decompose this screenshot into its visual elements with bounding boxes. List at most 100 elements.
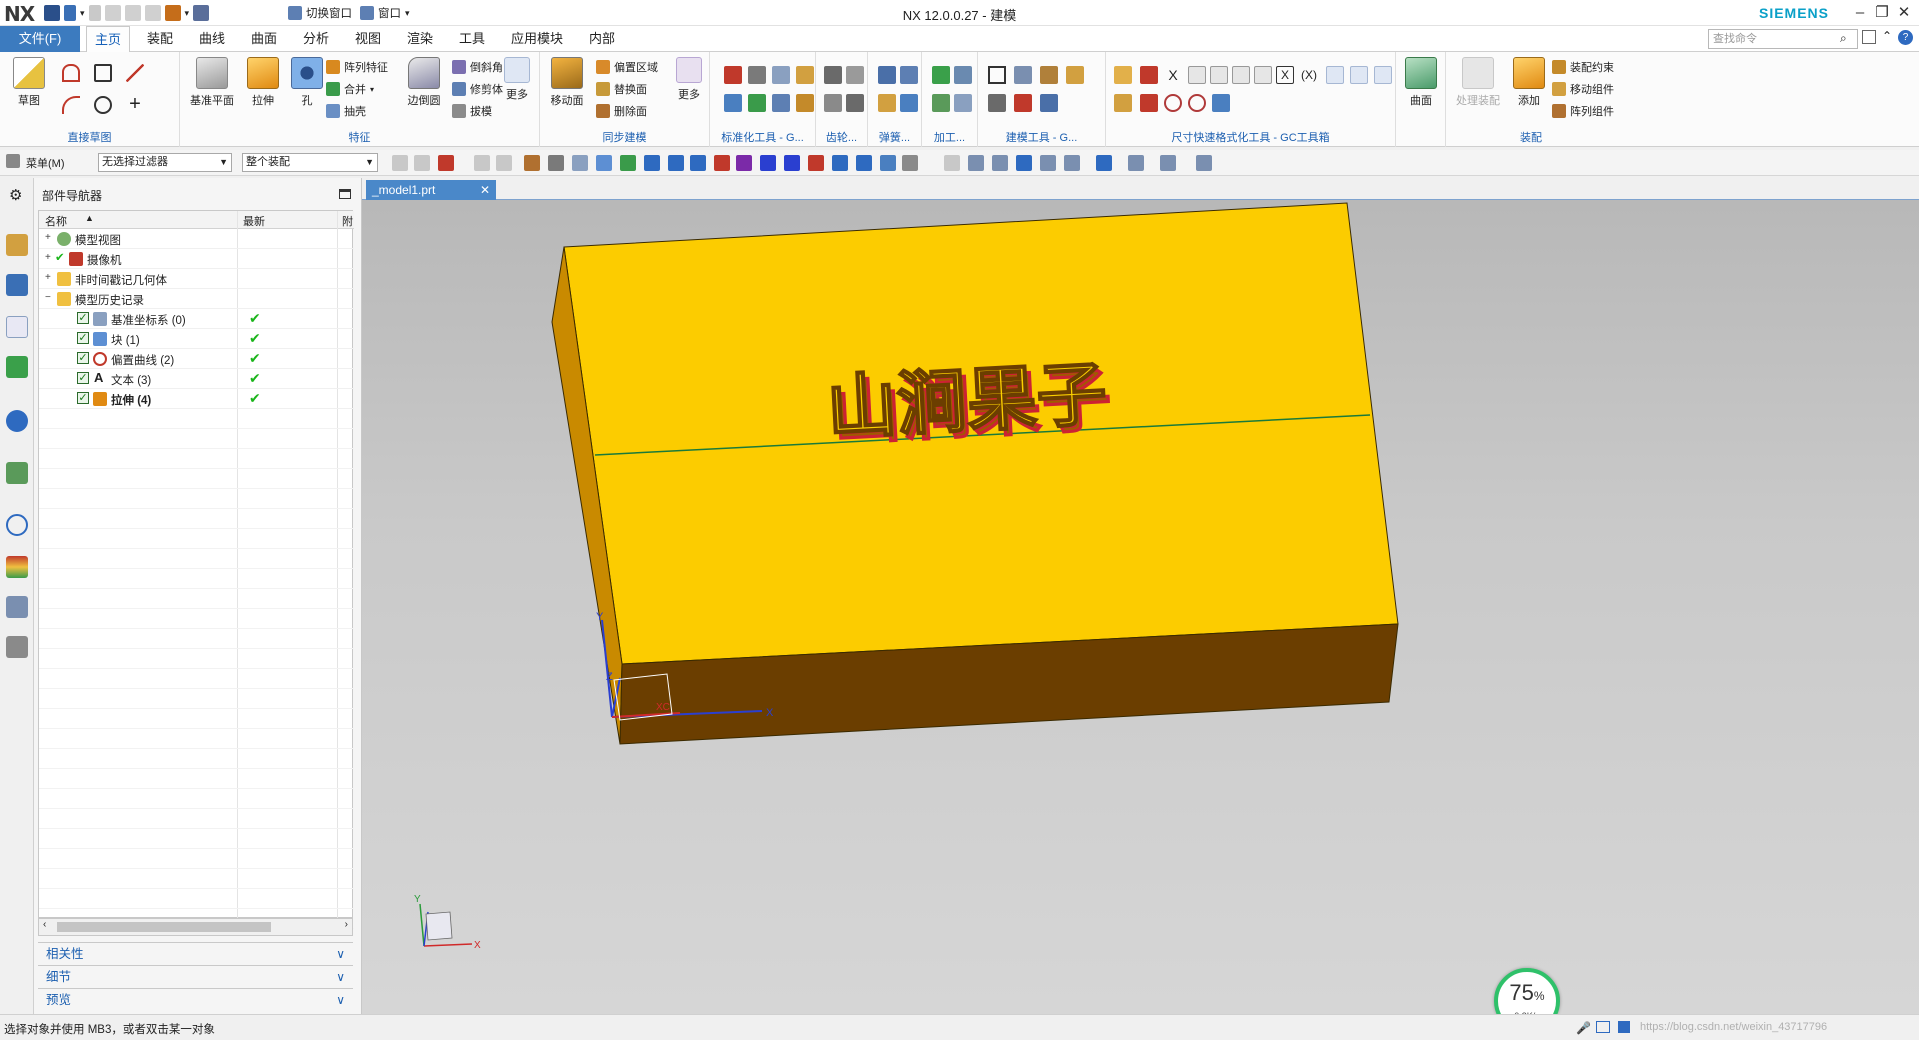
snap-point-icon[interactable] — [784, 155, 800, 171]
line-icon[interactable] — [126, 64, 144, 82]
chevron-down-icon[interactable]: ▾ — [185, 8, 190, 19]
modeling-tool-icon[interactable] — [1040, 94, 1058, 112]
snap-point-icon[interactable] — [1016, 155, 1032, 171]
feature-more-button[interactable]: 更多 — [498, 57, 536, 102]
grid-icon[interactable] — [1618, 1021, 1630, 1033]
tree-row[interactable]: + ✔ 摄像机 — [39, 249, 354, 269]
help-icon[interactable]: ? — [1898, 30, 1913, 45]
minimize-button[interactable]: – — [1849, 2, 1871, 24]
history-clock-icon[interactable] — [6, 514, 28, 536]
restore-button[interactable]: ❐ — [1871, 2, 1893, 24]
unite-button[interactable]: 合并 ▾ — [326, 80, 374, 98]
tolerance-icon[interactable] — [1254, 66, 1272, 84]
tree-row[interactable]: + 模型视图 — [39, 229, 354, 249]
machining-icon[interactable] — [954, 94, 972, 112]
snap-point-icon[interactable] — [714, 155, 730, 171]
tab-internal[interactable]: 内部 — [582, 26, 622, 52]
document-tab[interactable]: _model1.prt ✕ — [366, 180, 496, 200]
pattern-component-button[interactable]: 阵列组件 — [1552, 102, 1614, 120]
machining-icon[interactable] — [932, 94, 950, 112]
snap-point-icon[interactable] — [856, 155, 872, 171]
box-x-icon[interactable]: X — [1276, 66, 1294, 84]
tab-view[interactable]: 视图 — [348, 26, 388, 52]
switch-window-button[interactable]: 切换窗口 — [288, 4, 352, 22]
snap-point-icon[interactable] — [760, 155, 776, 171]
spring-icon[interactable] — [878, 66, 896, 84]
system-scene-icon[interactable] — [6, 636, 28, 658]
modeling-tool-icon[interactable] — [1066, 66, 1084, 84]
expand-icon[interactable]: + — [45, 272, 51, 283]
close-tab-icon[interactable]: ✕ — [480, 180, 490, 200]
fit-icon[interactable] — [1326, 66, 1344, 84]
tree-row[interactable]: ✓ 基准坐标系 (0) ✔ — [39, 309, 354, 329]
snap-point-icon[interactable] — [414, 155, 430, 171]
cross-icon[interactable]: X — [1164, 66, 1182, 84]
tab-analysis[interactable]: 分析 — [296, 26, 336, 52]
surface-button[interactable]: 曲面 — [1398, 57, 1444, 108]
circle-icon[interactable] — [94, 96, 112, 114]
snap-point-icon[interactable] — [832, 155, 848, 171]
close-button[interactable]: ✕ — [1893, 2, 1915, 24]
keyboard-icon[interactable] — [1596, 1021, 1610, 1033]
tab-surface[interactable]: 曲面 — [244, 26, 284, 52]
delete-face-button[interactable]: 删除面 — [596, 102, 647, 120]
column-header-extra[interactable]: 附 — [342, 213, 353, 229]
snap-point-icon[interactable] — [902, 155, 918, 171]
gear-icon[interactable] — [846, 94, 864, 112]
undo-icon[interactable] — [64, 5, 76, 21]
paste-icon[interactable] — [144, 5, 161, 21]
section-preview[interactable]: 预览 ∨ — [38, 988, 353, 1010]
column-header-name[interactable]: 名称 — [45, 213, 67, 229]
web-browser-icon[interactable] — [6, 462, 28, 484]
role-icon[interactable] — [6, 596, 28, 618]
spring-icon[interactable] — [878, 94, 896, 112]
move-component-button[interactable]: 移动组件 — [1552, 80, 1614, 98]
command-search-input[interactable]: 查找命令 — [1708, 29, 1858, 49]
maximize-panel-icon[interactable] — [339, 189, 351, 199]
expand-icon[interactable]: + — [45, 232, 51, 243]
checkbox-checked[interactable]: ✓ — [77, 352, 89, 364]
assembly-constraint-button[interactable]: 装配约束 — [1552, 58, 1614, 76]
extruded-text[interactable]: 山涧果子 — [824, 352, 1110, 451]
gc-tool-icon[interactable] — [772, 94, 790, 112]
collapse-ribbon-icon[interactable]: ⌃ — [1882, 29, 1892, 43]
expand-icon[interactable]: + — [45, 252, 51, 263]
datum-plane-button[interactable]: 基准平面 — [184, 57, 240, 108]
pattern-feature-button[interactable]: 阵列特征 — [326, 58, 388, 76]
point-icon[interactable]: + — [126, 94, 144, 114]
gc-tool-icon[interactable] — [748, 66, 766, 84]
checkbox-checked[interactable]: ✓ — [77, 392, 89, 404]
gc-tool-icon[interactable] — [748, 94, 766, 112]
save-icon[interactable] — [44, 5, 60, 21]
gear-icon[interactable] — [824, 66, 842, 84]
trim-body-button[interactable]: 修剪体 — [452, 80, 503, 98]
gc-tool-icon[interactable] — [724, 66, 742, 84]
checkbox-checked[interactable]: ✓ — [77, 312, 89, 324]
fit-icon[interactable] — [1350, 66, 1368, 84]
modeling-tool-icon[interactable] — [1040, 66, 1058, 84]
tree-row[interactable]: ✓ A 文本 (3) ✔ — [39, 369, 354, 389]
snap-point-icon[interactable] — [1040, 155, 1056, 171]
part-navigator-icon[interactable] — [6, 316, 28, 338]
process-assembly-button[interactable]: 处理装配 — [1450, 57, 1506, 108]
snap-point-icon[interactable] — [596, 155, 612, 171]
snap-point-icon[interactable] — [668, 155, 684, 171]
profile-icon[interactable] — [62, 64, 80, 82]
chevron-down-icon[interactable]: ▾ — [80, 8, 85, 19]
offset-region-button[interactable]: 偏置区域 — [596, 58, 658, 76]
spring-icon[interactable] — [900, 94, 918, 112]
dimension-icon[interactable] — [1114, 66, 1132, 84]
snap-point-icon[interactable] — [524, 155, 540, 171]
move-face-button[interactable]: 移动面 — [544, 57, 590, 108]
tolerance-icon[interactable] — [1188, 66, 1206, 84]
main-menu-button[interactable]: 菜单(M) — [26, 155, 65, 171]
snap-point-icon[interactable] — [992, 155, 1008, 171]
graphics-viewport[interactable]: 山涧果子 山涧果子 X Y Z XC X Y — [362, 200, 1919, 1014]
snap-point-icon[interactable] — [620, 155, 636, 171]
snap-point-icon[interactable] — [548, 155, 564, 171]
extrude-button[interactable]: 拉伸 — [240, 57, 286, 108]
snap-point-icon[interactable] — [1160, 155, 1176, 171]
snap-point-icon[interactable] — [808, 155, 824, 171]
gear-icon[interactable] — [824, 94, 842, 112]
dimension-icon[interactable] — [1114, 94, 1132, 112]
